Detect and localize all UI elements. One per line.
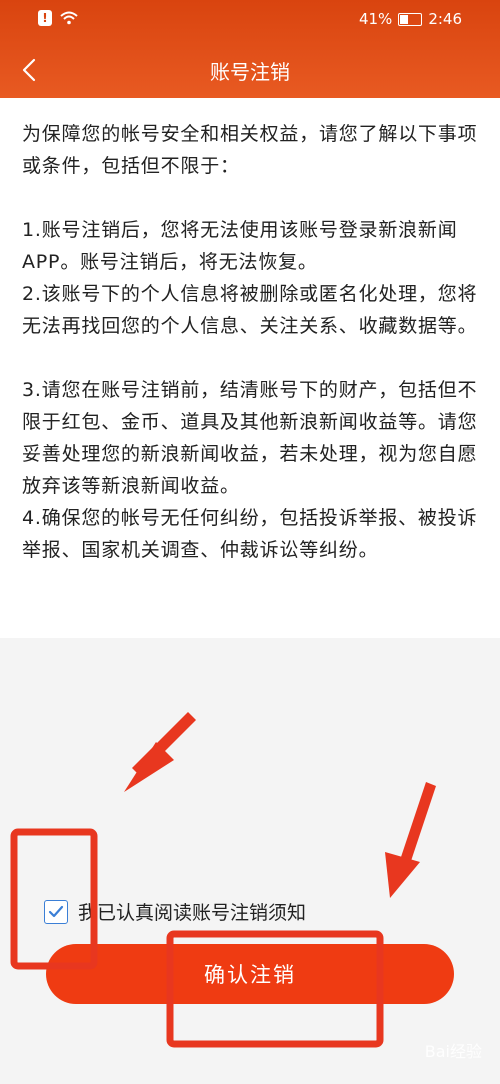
wifi-icon <box>60 11 78 25</box>
arrow-annotation-right <box>385 782 436 898</box>
battery-percent: 41% <box>358 10 393 28</box>
notice-item-3: 3.请您在账号注销前，结清账号下的财产，包括但不限于红包、金币、道具及其他新浪新… <box>22 379 478 497</box>
agreement-label: 我已认真阅读账号注销须知 <box>78 902 307 924</box>
arrow-annotation-left <box>124 712 196 792</box>
check-icon <box>48 905 64 917</box>
agree-checkbox[interactable] <box>44 899 68 924</box>
navbar: 账号注销 <box>0 44 500 96</box>
status-right: 41% 2:46 <box>359 10 462 28</box>
notice-intro: 为保障您的帐号安全和相关权益，请您了解以下事项或条件，包括但不限于： <box>22 123 478 177</box>
agreement-row: 我已认真阅读账号注销须知 <box>44 898 306 925</box>
watermark: Bai经验 <box>424 1042 482 1061</box>
status-left: ! <box>38 10 78 26</box>
notice-panel: 为保障您的帐号安全和相关权益，请您了解以下事项或条件，包括但不限于： 1.账号注… <box>0 98 500 638</box>
alert-icon: ! <box>38 10 52 26</box>
notice-item-4: 4.确保您的帐号无任何纠纷，包括投诉举报、被投诉举报、国家机关调查、仲裁诉讼等纠… <box>22 507 478 561</box>
status-bar: ! 41% 2:46 <box>0 0 500 38</box>
page-title: 账号注销 <box>210 60 290 84</box>
app-header: ! 41% 2:46 账号注销 <box>0 0 500 98</box>
notice-item-1: 1.账号注销后，您将无法使用该账号登录新浪新闻APP。账号注销后，将无法恢复。 <box>22 219 458 273</box>
notice-item-2: 2.该账号下的个人信息将被删除或匿名化处理，您将无法再找回您的个人信息、关注关系… <box>22 283 478 337</box>
battery-icon <box>398 12 423 26</box>
status-time: 2:46 <box>428 10 462 28</box>
confirm-cancel-account-button[interactable]: 确认注销 <box>46 944 454 1004</box>
